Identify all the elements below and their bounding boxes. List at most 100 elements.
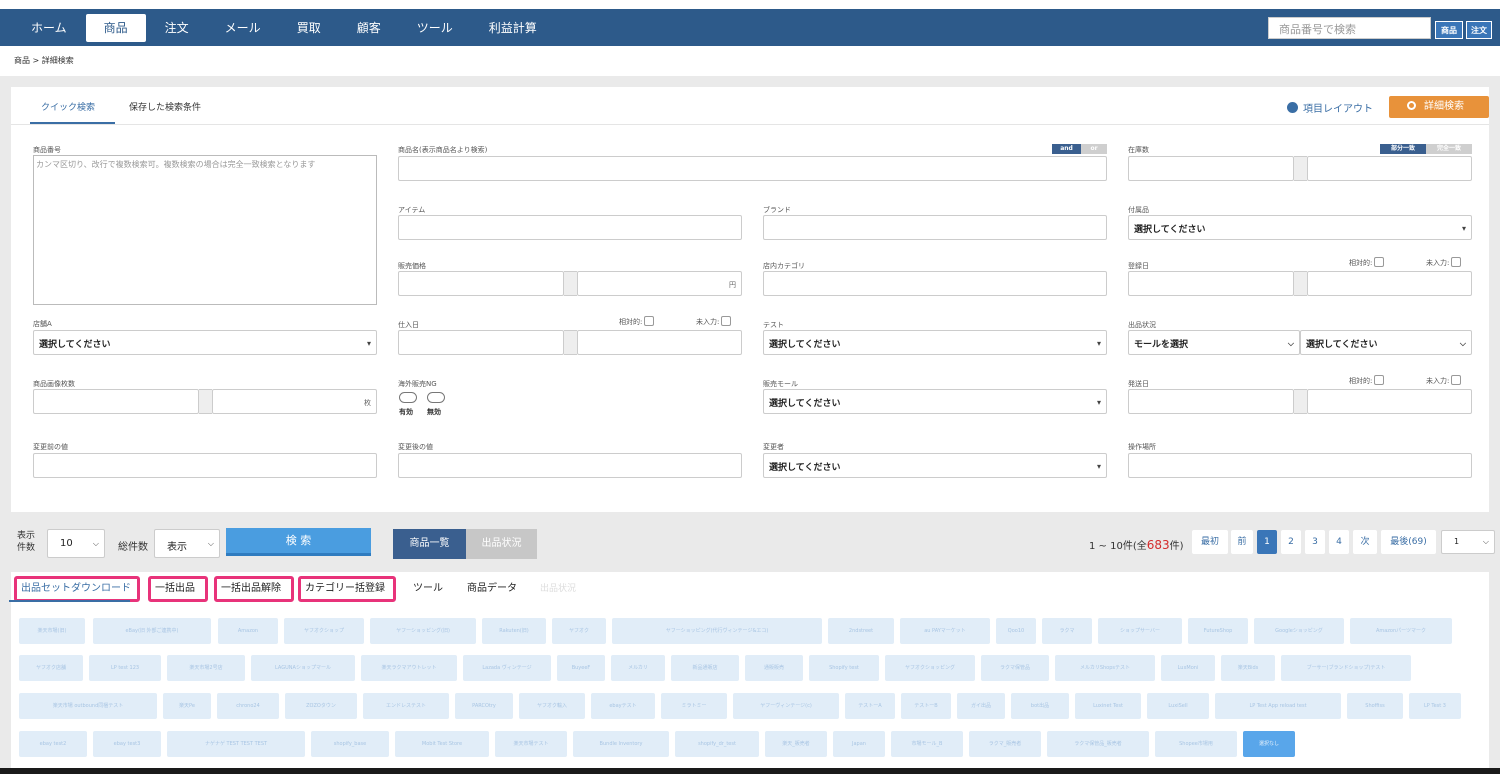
- checkbox[interactable]: [1451, 375, 1462, 385]
- mall-chip[interactable]: LP Test App reload test: [1215, 693, 1341, 719]
- mall-chip[interactable]: ラクマ_販売者: [969, 731, 1041, 757]
- mall-chip[interactable]: Amazon: [218, 618, 278, 644]
- mall-chip[interactable]: LuxMoni: [1161, 655, 1215, 681]
- overseas-invalid-toggle[interactable]: [427, 392, 445, 403]
- mall-chip[interactable]: ヤフーヴィンテージ(c): [733, 693, 839, 719]
- mall-chip[interactable]: 楽天ラクマアウトレット: [361, 655, 457, 681]
- mall-chip[interactable]: ヤフーショッピング(旧): [370, 618, 476, 644]
- checkbox[interactable]: [721, 316, 732, 326]
- mall-chip[interactable]: 楽天Bids: [1221, 655, 1275, 681]
- purchase-date-from-input[interactable]: [398, 330, 564, 355]
- mall-chip[interactable]: ナゲナゲ TEST TEST TEST: [167, 731, 305, 757]
- product-number-search-input[interactable]: 商品番号で検索: [1268, 17, 1431, 39]
- stock-max-input[interactable]: [1307, 156, 1472, 181]
- mall-chip[interactable]: Amazonパーツマーク: [1350, 618, 1452, 644]
- mall-chip[interactable]: 楽天Pe: [163, 693, 211, 719]
- tools-tab[interactable]: ツール: [409, 576, 447, 602]
- listing-status-select[interactable]: 選択してください ⌵: [1300, 330, 1472, 355]
- mall-chip[interactable]: Qoo10: [996, 618, 1036, 644]
- category-bulk-register-tab[interactable]: カテゴリー括登録: [298, 576, 396, 602]
- mall-chip[interactable]: Mobit Test Store: [395, 731, 489, 757]
- mall-chip[interactable]: 楽天市場2号店: [167, 655, 245, 681]
- image-count-min-input[interactable]: [33, 389, 199, 414]
- exact-match-toggle[interactable]: 完全一致: [1426, 144, 1472, 154]
- register-date-from-input[interactable]: [1128, 271, 1294, 296]
- mall-chip[interactable]: メルカリShopsテスト: [1055, 655, 1155, 681]
- mall-chip[interactable]: ミラトミー: [661, 693, 727, 719]
- mall-chip[interactable]: ヤフオク輸入: [519, 693, 585, 719]
- stock-min-input[interactable]: [1128, 156, 1294, 181]
- nav-home[interactable]: ホーム: [14, 14, 84, 42]
- mall-chip[interactable]: ラクマ保管品: [981, 655, 1049, 681]
- mall-chip[interactable]: Japan: [833, 731, 885, 757]
- mall-chip[interactable]: ヤフオクショッピング: [885, 655, 975, 681]
- mall-chip[interactable]: Googleショッピング: [1254, 618, 1344, 644]
- mall-chip[interactable]: BuyeeF: [557, 655, 605, 681]
- purchase-not-input-checkbox[interactable]: 未入力:: [696, 316, 732, 327]
- mall-chip[interactable]: ebay test2: [19, 731, 87, 757]
- mall-chip[interactable]: 楽天市場(旧): [19, 618, 85, 644]
- mall-chip[interactable]: ブーサー(ブランドショップ)テスト: [1281, 655, 1411, 681]
- mall-chip-selected[interactable]: 選択なし: [1243, 731, 1295, 757]
- pager-next[interactable]: 次: [1353, 530, 1377, 554]
- pager-first[interactable]: 最初: [1192, 530, 1228, 554]
- mall-chip[interactable]: テストーA: [845, 693, 895, 719]
- nav-customers[interactable]: 顧客: [340, 14, 398, 42]
- test-select[interactable]: 選択してください ▾: [763, 330, 1107, 355]
- before-value-input[interactable]: [33, 453, 377, 478]
- nav-products[interactable]: 商品: [85, 13, 146, 42]
- tab-listing-status[interactable]: 出品状況: [466, 529, 537, 559]
- item-layout-link[interactable]: 項目レイアウト: [1287, 100, 1373, 115]
- bulk-unlisting-tab[interactable]: 一括出品解除: [214, 576, 294, 602]
- partial-match-toggle[interactable]: 部分一致: [1380, 144, 1426, 154]
- mall-select[interactable]: モールを選択 ⌵: [1128, 330, 1300, 355]
- search-product-button[interactable]: 商品: [1435, 21, 1463, 39]
- mall-chip[interactable]: 通販販売: [745, 655, 803, 681]
- mall-chip[interactable]: LP Test 3: [1409, 693, 1461, 719]
- mall-chip[interactable]: ebay test3: [93, 731, 161, 757]
- pager-page-1[interactable]: 1: [1257, 530, 1277, 554]
- bulk-listing-tab[interactable]: 一括出品: [148, 576, 208, 602]
- mall-chip[interactable]: au PAYマーケット: [900, 618, 990, 644]
- search-order-button[interactable]: 注文: [1466, 21, 1492, 39]
- nav-mail[interactable]: メール: [208, 14, 278, 42]
- price-max-input[interactable]: 円: [577, 271, 742, 296]
- mall-chip[interactable]: Shoffiss: [1347, 693, 1403, 719]
- purchase-date-to-input[interactable]: [577, 330, 742, 355]
- mall-chip[interactable]: FutureShop: [1188, 618, 1248, 644]
- register-relative-checkbox[interactable]: 相対的:: [1349, 257, 1385, 268]
- tab-product-list[interactable]: 商品一覧: [393, 529, 466, 559]
- mall-chip[interactable]: ZOZOタウン: [285, 693, 357, 719]
- pager-page-2[interactable]: 2: [1281, 530, 1301, 554]
- mall-chip[interactable]: chrono24: [217, 693, 279, 719]
- pager-last[interactable]: 最後(69): [1381, 530, 1436, 554]
- mall-chip[interactable]: shopify_dr_test: [675, 731, 759, 757]
- total-count-select[interactable]: 表示 ⌵: [154, 529, 220, 558]
- operation-place-input[interactable]: [1128, 453, 1472, 478]
- nav-tools[interactable]: ツール: [400, 14, 470, 42]
- product-no-textarea[interactable]: カンマ区切り、改行で複数検索可。複数検索の場合は完全一致検索となります: [33, 155, 377, 305]
- mall-chip[interactable]: ヤフオクショップ: [284, 618, 364, 644]
- mall-chip[interactable]: PARCOtry: [455, 693, 513, 719]
- advanced-search-button[interactable]: 詳細検索: [1389, 96, 1489, 118]
- tab-saved-conditions[interactable]: 保存した検索条件: [129, 100, 201, 113]
- mall-chip[interactable]: Bundle Inventory: [573, 731, 669, 757]
- register-not-input-checkbox[interactable]: 未入力:: [1426, 257, 1462, 268]
- mall-chip[interactable]: Shopify test: [809, 655, 879, 681]
- price-min-input[interactable]: [398, 271, 564, 296]
- mall-chip[interactable]: ガイ出品: [957, 693, 1005, 719]
- ship-date-to-input[interactable]: [1307, 389, 1472, 414]
- mall-chip[interactable]: Shopee市場用: [1155, 731, 1237, 757]
- mall-chip[interactable]: LP test 123: [89, 655, 161, 681]
- checkbox[interactable]: [1374, 257, 1385, 267]
- mall-chip[interactable]: 楽天_販売者: [765, 731, 827, 757]
- image-count-max-input[interactable]: 枚: [212, 389, 377, 414]
- mall-chip[interactable]: LAGUNAショップマール: [251, 655, 355, 681]
- display-count-select[interactable]: 10 ⌵: [47, 529, 105, 558]
- sales-mall-select[interactable]: 選択してください ▾: [763, 389, 1107, 414]
- product-name-input[interactable]: [398, 156, 1107, 181]
- mall-chip[interactable]: shopify_base: [311, 731, 389, 757]
- pager-page-4[interactable]: 4: [1329, 530, 1349, 554]
- listing-set-download-tab[interactable]: 出品セットダウンロード: [14, 576, 140, 602]
- product-data-tab[interactable]: 商品データ: [463, 576, 521, 602]
